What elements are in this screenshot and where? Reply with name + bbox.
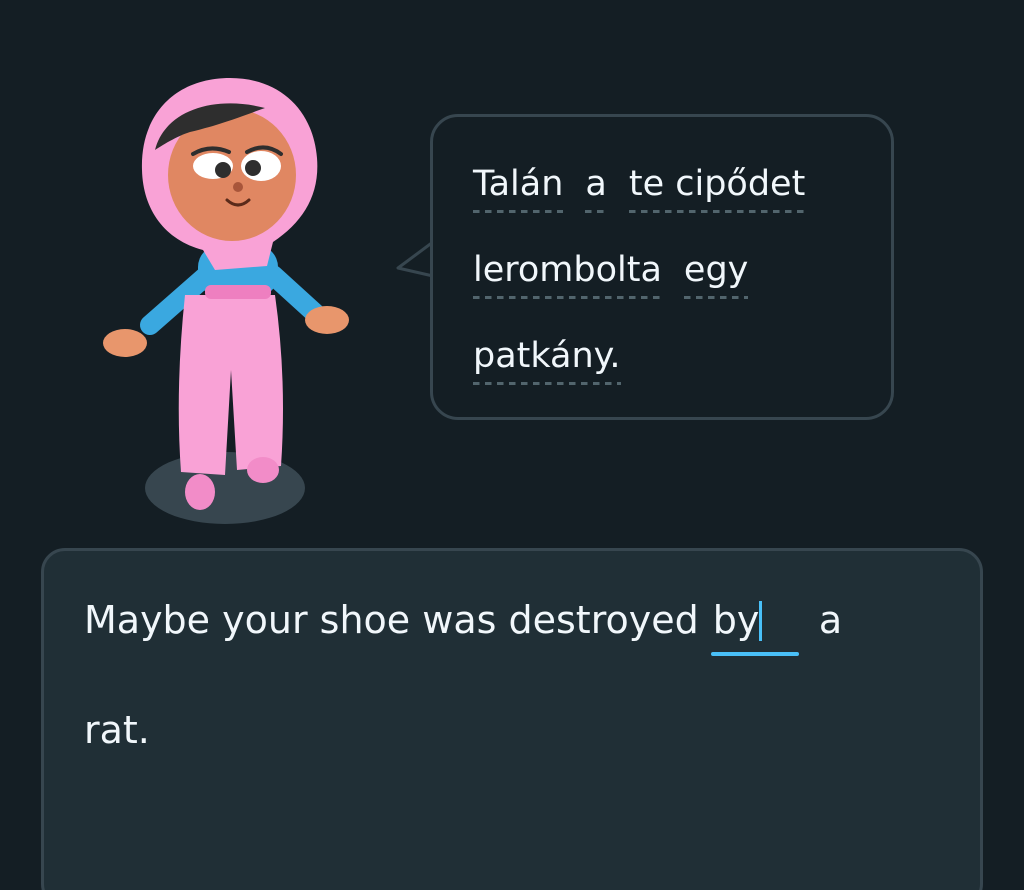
answer-text-after-blank: a xyxy=(806,598,843,642)
answer-area: Maybe your shoe was destroyed by a rat. xyxy=(41,548,983,890)
answer-line-1: Maybe your shoe was destroyed by a xyxy=(84,595,843,656)
prompt-line-3: patkány. xyxy=(473,333,621,385)
hint-word[interactable]: egy xyxy=(683,247,749,299)
left-shoe xyxy=(185,474,215,510)
exercise-screen: Talán a te cipődet lerombolta egy patkán… xyxy=(0,0,1024,890)
left-pupil xyxy=(215,162,231,178)
speech-bubble: Talán a te cipődet lerombolta egy patkán… xyxy=(430,114,894,420)
character-illustration xyxy=(103,78,349,524)
blank-underline xyxy=(710,652,799,656)
right-shoe xyxy=(247,457,279,483)
answer-text-before-blank: Maybe your shoe was destroyed xyxy=(84,598,711,642)
text-caret xyxy=(758,601,762,641)
hint-word[interactable]: te cipődet xyxy=(628,161,806,213)
prompt-line-2: lerombolta egy xyxy=(473,247,749,299)
prompt-line-1: Talán a te cipődet xyxy=(473,161,806,213)
answer-text-second-line: rat. xyxy=(84,708,150,752)
right-pupil xyxy=(245,160,261,176)
hint-word[interactable]: lerombolta xyxy=(473,247,662,299)
belt xyxy=(205,285,271,299)
right-hand xyxy=(305,306,349,334)
fill-in-blank-input[interactable]: by xyxy=(710,595,799,656)
pants xyxy=(178,295,283,475)
right-arm xyxy=(263,265,327,325)
hint-word[interactable]: Talán xyxy=(473,161,564,213)
answer-line-2: rat. xyxy=(84,705,150,755)
hint-word[interactable]: patkány. xyxy=(473,333,621,385)
blank-typed-text: by xyxy=(712,598,760,642)
hint-word[interactable]: a xyxy=(585,161,607,213)
left-hand xyxy=(103,329,147,357)
nose xyxy=(233,182,243,192)
